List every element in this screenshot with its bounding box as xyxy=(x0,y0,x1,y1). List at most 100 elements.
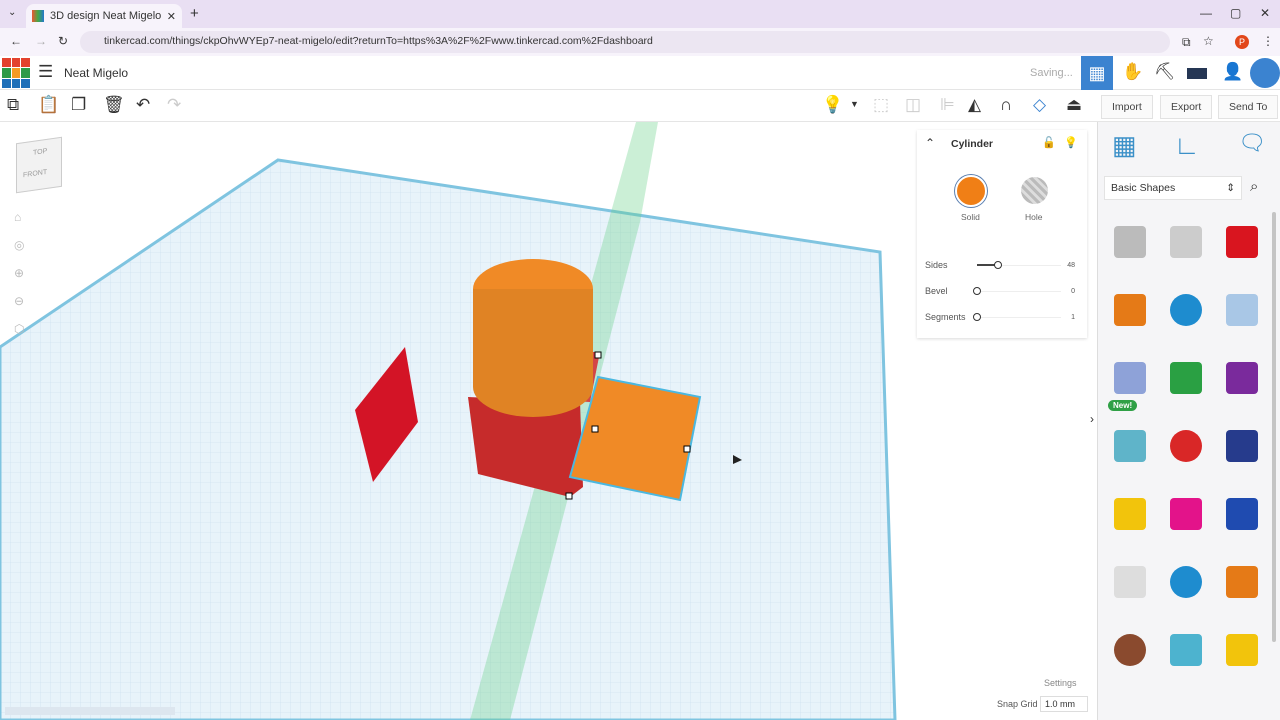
shape-paraboloid[interactable] xyxy=(1104,552,1156,612)
install-icon[interactable]: ⧉ xyxy=(1182,35,1191,50)
zoom-in-icon[interactable]: ⊕ xyxy=(14,266,24,280)
send-to-button[interactable]: Send To xyxy=(1218,95,1279,119)
search-icon[interactable]: ⌕ xyxy=(1250,178,1258,195)
shape-sphere[interactable] xyxy=(1160,280,1212,340)
back-icon[interactable]: ← xyxy=(10,34,22,48)
resize-handle[interactable] xyxy=(565,492,573,500)
shape-star[interactable] xyxy=(1160,620,1212,680)
category-select[interactable]: Basic Shapes ⇕ xyxy=(1104,176,1242,200)
tab-list-icon[interactable]: ⌄ xyxy=(8,7,16,18)
shape-pyramid[interactable] xyxy=(1160,348,1212,408)
profile-avatar[interactable]: P xyxy=(1235,35,1249,49)
ungroup-icon[interactable]: ◫ xyxy=(905,95,921,115)
shape-text[interactable] xyxy=(1160,416,1212,476)
url-field[interactable]: tinkercad.com/things/ckpOhvWYEp7-neat-mi… xyxy=(80,31,1170,53)
light-bulb-icon[interactable]: 💡 xyxy=(1064,136,1078,149)
close-window-icon[interactable]: ✕ xyxy=(1260,6,1270,20)
minimize-icon[interactable]: — xyxy=(1200,6,1212,20)
bricks-icon[interactable] xyxy=(1187,68,1207,79)
param-value[interactable]: 1 xyxy=(1061,314,1075,321)
delete-icon[interactable]: 🗑 xyxy=(103,95,125,115)
zoom-out-icon[interactable]: ⊖ xyxy=(14,294,24,308)
new-tab-icon[interactable]: + xyxy=(190,5,199,22)
lock-icon[interactable]: 🔓 xyxy=(1042,136,1056,149)
export-button[interactable]: Export xyxy=(1160,95,1213,119)
add-user-icon[interactable]: 👤 xyxy=(1222,62,1243,82)
param-value[interactable]: 0 xyxy=(1061,288,1075,295)
close-tab-icon[interactable]: ✕ xyxy=(167,10,176,23)
shape-cylinder[interactable] xyxy=(1104,280,1156,340)
shape-roof[interactable] xyxy=(1104,348,1156,408)
show-all-icon[interactable]: 💡 xyxy=(822,95,843,115)
reload-icon[interactable]: ↻ xyxy=(58,34,68,48)
3d-view-grid-icon[interactable]: ▦ xyxy=(1081,56,1113,90)
design-title[interactable]: Neat Migelo xyxy=(64,66,128,80)
design-list-icon[interactable]: ☰ xyxy=(38,62,53,82)
resize-handle[interactable] xyxy=(591,425,599,433)
browser-tab[interactable]: 3D design Neat Migelo - Tinker ✕ xyxy=(26,4,182,28)
shape-polygon[interactable] xyxy=(1216,416,1268,476)
mirror-icon[interactable]: ◭ xyxy=(968,95,981,115)
maximize-icon[interactable]: ▢ xyxy=(1230,6,1241,20)
user-avatar[interactable] xyxy=(1250,58,1280,88)
copy-icon[interactable]: ⧉ xyxy=(7,95,19,115)
perspective-icon[interactable]: ⬡ xyxy=(14,322,24,336)
undo-icon[interactable]: ↶ xyxy=(136,95,150,115)
shape-star[interactable] xyxy=(1216,620,1268,680)
notes-tool-icon[interactable]: 🗨 xyxy=(1238,130,1266,156)
shape-cone[interactable] xyxy=(1216,348,1268,408)
shape-paraboloid[interactable] xyxy=(1160,484,1212,544)
ruler-tool-icon[interactable]: ∟ xyxy=(1174,130,1199,161)
shape-box-hole[interactable] xyxy=(1104,212,1156,272)
view-cube-top[interactable]: TOP xyxy=(33,146,61,157)
minecraft-pickaxe-icon[interactable]: ⛏ xyxy=(1154,62,1176,82)
shape-tube[interactable] xyxy=(1216,552,1268,612)
redo-icon[interactable]: ↷ xyxy=(167,95,181,115)
tinkercad-logo[interactable] xyxy=(2,58,30,88)
paste-icon[interactable]: 📋 xyxy=(38,95,59,115)
collapse-panel-icon[interactable]: › xyxy=(1090,412,1094,426)
shape-thumbnail xyxy=(1170,498,1202,530)
sides-slider[interactable] xyxy=(977,260,1061,269)
shape-scribble[interactable] xyxy=(1216,280,1268,340)
blocks-icon[interactable]: ✋ xyxy=(1122,62,1143,82)
shape-cylinder-hole[interactable] xyxy=(1160,212,1212,272)
shape-half-sphere[interactable] xyxy=(1104,416,1156,476)
fit-view-icon[interactable]: ◎ xyxy=(14,238,24,252)
horizontal-scrollbar[interactable] xyxy=(5,707,175,715)
param-value[interactable]: 48 xyxy=(1061,262,1075,269)
workplane-tool-icon[interactable]: ▦ xyxy=(1112,130,1137,161)
resize-handle[interactable] xyxy=(683,445,691,453)
view-cube[interactable]: TOP FRONT xyxy=(16,136,62,194)
shape-thumbnail xyxy=(1226,498,1258,530)
library-scrollbar[interactable] xyxy=(1272,212,1276,642)
bevel-slider[interactable] xyxy=(973,286,1061,295)
solid-option[interactable] xyxy=(955,175,987,207)
bookmark-star-icon[interactable]: ☆ xyxy=(1203,34,1214,48)
snap-grid-select[interactable]: 1.0 mm xyxy=(1040,696,1088,712)
resize-handle[interactable] xyxy=(594,351,602,359)
shape-hexagonal-prism[interactable] xyxy=(1216,484,1268,544)
duplicate-icon[interactable]: ❐ xyxy=(71,95,86,115)
view-cube-front[interactable]: FRONT xyxy=(23,167,61,179)
workplane-icon[interactable]: ◇ xyxy=(1033,95,1046,115)
favicon-icon xyxy=(32,10,44,22)
shape-box[interactable] xyxy=(1216,212,1268,272)
shape-pyramid[interactable] xyxy=(1104,484,1156,544)
hole-option[interactable] xyxy=(1021,177,1048,204)
home-view-icon[interactable]: ⌂ xyxy=(14,210,21,224)
shape-torus[interactable] xyxy=(1160,552,1212,612)
segments-slider[interactable] xyxy=(973,312,1061,321)
cruise-icon[interactable]: ∩ xyxy=(1000,95,1012,115)
settings-link[interactable]: Settings xyxy=(1044,678,1077,688)
forward-icon[interactable]: → xyxy=(35,34,47,48)
shape-heart[interactable] xyxy=(1104,620,1156,680)
align-icon[interactable]: ⊫ xyxy=(940,95,955,115)
shape-thumbnail xyxy=(1114,362,1146,394)
drop-icon[interactable]: ⏏ xyxy=(1066,95,1082,115)
dropdown-icon[interactable]: ▼ xyxy=(850,99,859,109)
group-icon[interactable]: ⬚ xyxy=(873,95,889,115)
collapse-icon[interactable]: ⌃ xyxy=(925,136,935,150)
menu-icon[interactable]: ⋮ xyxy=(1262,34,1274,48)
import-button[interactable]: Import xyxy=(1101,95,1153,119)
